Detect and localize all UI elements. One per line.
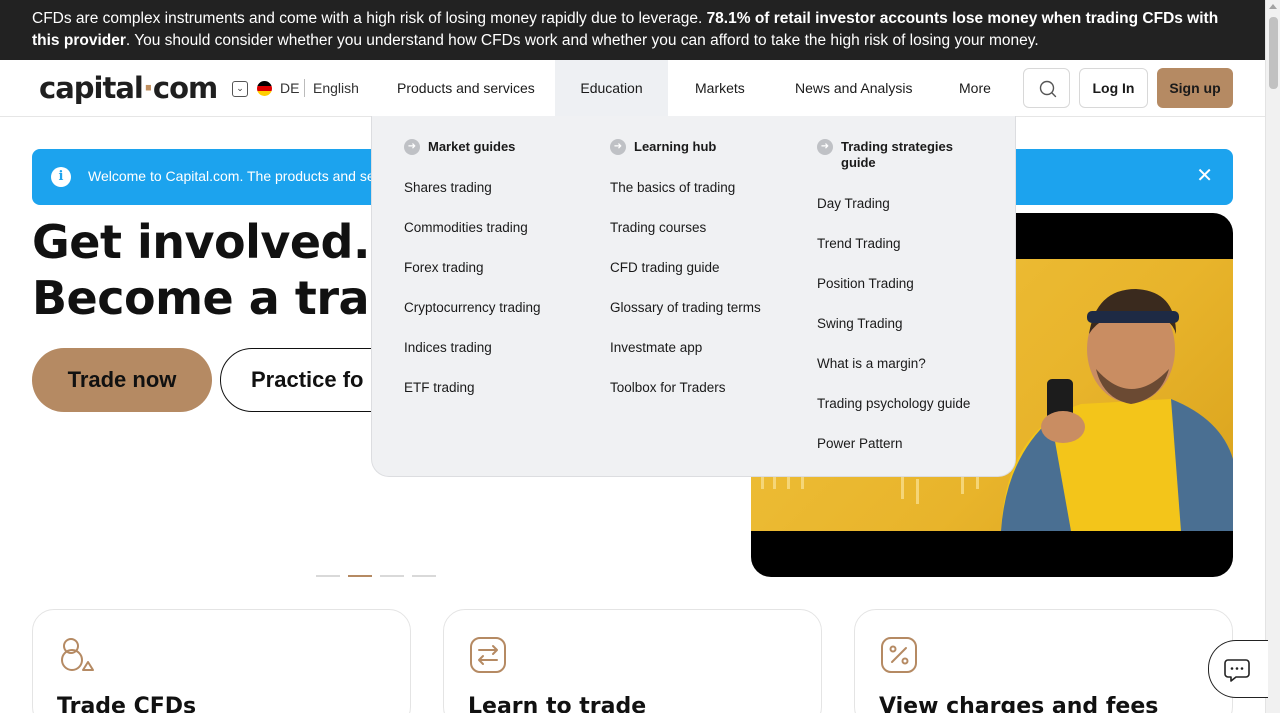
logo-dot: · xyxy=(142,71,154,105)
nav-markets[interactable]: Markets xyxy=(695,60,745,117)
carousel-dot-active[interactable] xyxy=(348,575,372,577)
menu-link[interactable]: What is a margin? xyxy=(817,356,926,371)
risk-warning-banner: CFDs are complex instruments and come wi… xyxy=(0,0,1265,60)
card-title: Learn to trade xyxy=(468,694,647,713)
card-title: Trade CFDs xyxy=(57,694,197,713)
menu-link[interactable]: Commodities trading xyxy=(404,220,528,235)
arrow-right-icon: ➜ xyxy=(404,139,420,155)
scrollbar-thumb[interactable] xyxy=(1269,17,1278,89)
arrow-right-icon: ➜ xyxy=(817,139,833,155)
menu-link[interactable]: Cryptocurrency trading xyxy=(404,300,541,315)
logo-main: capital xyxy=(39,71,144,105)
language-selector[interactable]: English xyxy=(313,80,359,96)
percent-icon xyxy=(881,637,917,673)
menu-heading-market-guides[interactable]: ➜ Market guides xyxy=(404,139,515,155)
carousel-dot[interactable] xyxy=(316,575,340,577)
chevron-down-icon[interactable]: ⌄ xyxy=(232,81,248,97)
risk-text-before: CFDs are complex instruments and come wi… xyxy=(32,10,707,27)
welcome-message: Welcome to Capital.com. The products and… xyxy=(88,168,387,184)
search-icon xyxy=(1039,80,1057,98)
close-icon[interactable]: ✕ xyxy=(1196,164,1213,188)
language-divider xyxy=(304,79,305,97)
card-charges-and-fees[interactable]: View charges and fees xyxy=(854,609,1233,713)
nav-news-and-analysis[interactable]: News and Analysis xyxy=(795,60,913,117)
menu-link[interactable]: Indices trading xyxy=(404,340,492,355)
search-button[interactable] xyxy=(1023,68,1070,108)
card-title: View charges and fees xyxy=(879,694,1159,713)
circles-icon xyxy=(61,638,94,671)
menu-heading-trading-strategies[interactable]: ➜ Trading strategies guide xyxy=(817,139,953,171)
education-mega-menu: ➜ Market guides Shares trading Commoditie… xyxy=(371,116,1016,477)
carousel-dot[interactable] xyxy=(380,575,404,577)
scroll-up-arrow-icon[interactable] xyxy=(1269,4,1277,9)
country-code[interactable]: DE xyxy=(280,80,299,96)
menu-link[interactable]: ETF trading xyxy=(404,380,475,395)
risk-text-after: . You should consider whether you unders… xyxy=(125,32,1039,49)
card-learn-to-trade[interactable]: Learn to trade xyxy=(443,609,822,713)
menu-link[interactable]: Trading psychology guide xyxy=(817,396,970,411)
login-button[interactable]: Log In xyxy=(1079,68,1148,108)
menu-link[interactable]: Investmate app xyxy=(610,340,702,355)
page-scrollbar[interactable] xyxy=(1265,0,1280,713)
arrow-right-icon: ➜ xyxy=(610,139,626,155)
logo[interactable]: capital·com xyxy=(39,71,218,105)
menu-link[interactable]: Position Trading xyxy=(817,276,914,291)
site-header: capital·com ⌄ DE English Products and se… xyxy=(0,60,1265,117)
nav-more[interactable]: More xyxy=(959,60,991,117)
menu-link[interactable]: Glossary of trading terms xyxy=(610,300,761,315)
menu-link[interactable]: Trading courses xyxy=(610,220,706,235)
menu-link[interactable]: Toolbox for Traders xyxy=(610,380,726,395)
germany-flag-icon[interactable] xyxy=(257,81,272,96)
nav-education[interactable]: Education xyxy=(555,60,668,117)
logo-end: com xyxy=(152,71,218,105)
carousel-dot[interactable] xyxy=(412,575,436,577)
chat-icon xyxy=(1224,659,1250,682)
trade-now-button[interactable]: Trade now xyxy=(32,348,212,412)
swap-arrows-icon xyxy=(470,637,506,673)
chat-button[interactable] xyxy=(1208,640,1268,698)
menu-link[interactable]: Day Trading xyxy=(817,196,890,211)
menu-link[interactable]: Power Pattern xyxy=(817,436,903,451)
signup-button[interactable]: Sign up xyxy=(1157,68,1233,108)
menu-link[interactable]: The basics of trading xyxy=(610,180,735,195)
menu-link[interactable]: Swing Trading xyxy=(817,316,903,331)
info-icon: i xyxy=(51,167,71,187)
card-trade-cfds[interactable]: Trade CFDs xyxy=(32,609,411,713)
nav-products-and-services[interactable]: Products and services xyxy=(397,60,535,117)
menu-link[interactable]: Forex trading xyxy=(404,260,484,275)
menu-link[interactable]: Trend Trading xyxy=(817,236,901,251)
menu-heading-learning-hub[interactable]: ➜ Learning hub xyxy=(610,139,716,155)
menu-link[interactable]: Shares trading xyxy=(404,180,492,195)
menu-link[interactable]: CFD trading guide xyxy=(610,260,720,275)
